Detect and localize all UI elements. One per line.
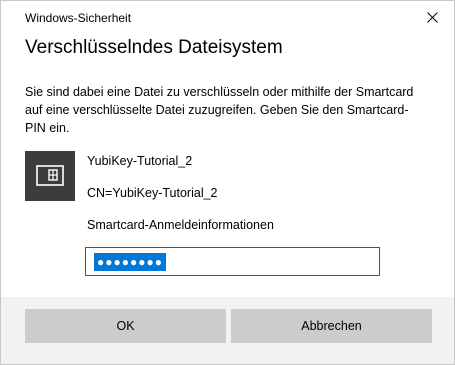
credential-type: Smartcard-Anmeldeinformationen — [87, 218, 274, 232]
dialog-heading: Verschlüsselndes Dateisystem — [25, 37, 283, 58]
credential-name: YubiKey-Tutorial_2 — [87, 154, 193, 168]
ok-button[interactable]: OK — [25, 309, 226, 343]
dialog-description: Sie sind dabei eine Datei zu verschlüsse… — [25, 85, 414, 135]
title-bar: Windows-Sicherheit — [1, 1, 454, 33]
security-dialog: Windows-Sicherheit Verschlüsselndes Date… — [0, 0, 455, 365]
close-button[interactable] — [410, 1, 454, 33]
button-bar: OK Abbrechen — [1, 297, 454, 364]
credential-cn: CN=YubiKey-Tutorial_2 — [87, 186, 218, 200]
close-icon — [426, 11, 438, 23]
window-title: Windows-Sicherheit — [25, 11, 132, 25]
smartcard-tile[interactable] — [25, 151, 75, 201]
pin-masked-value: ●●●●●●●● — [94, 252, 166, 271]
cancel-button[interactable]: Abbrechen — [231, 309, 432, 343]
smartcard-icon — [36, 165, 64, 186]
pin-input[interactable]: ●●●●●●●● — [85, 247, 380, 276]
